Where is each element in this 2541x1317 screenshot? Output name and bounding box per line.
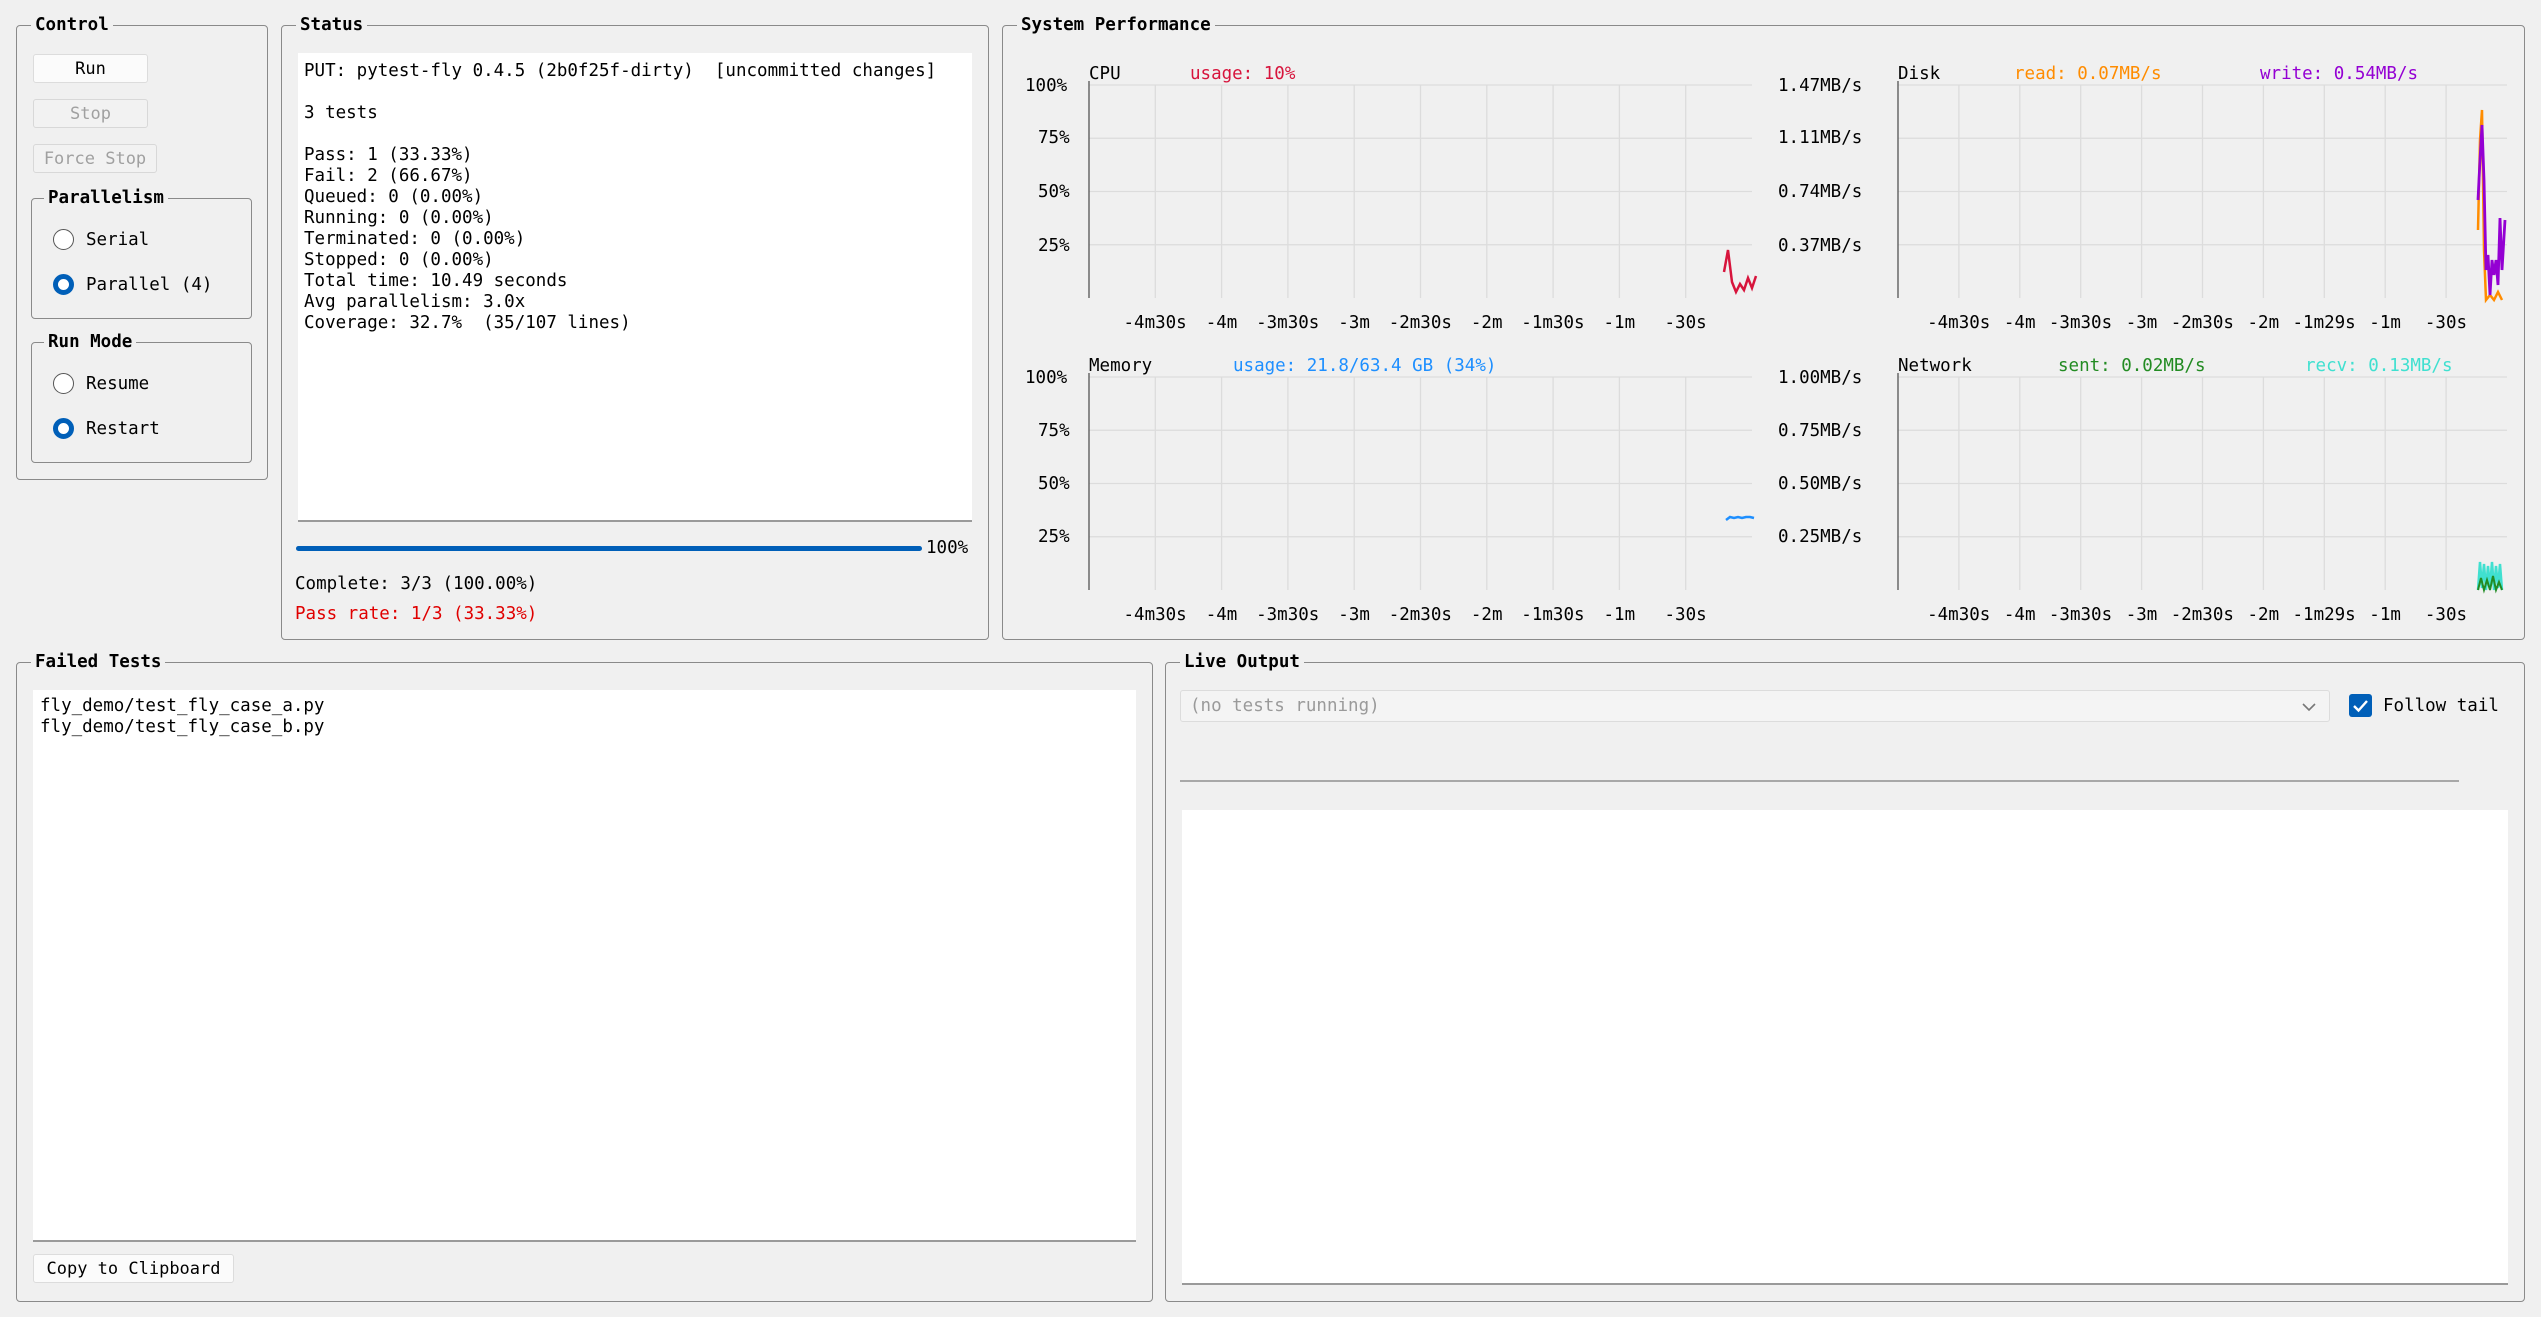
memory-y-tick: 75% bbox=[1038, 421, 1070, 441]
memory-usage-label: usage: 21.8/63.4 GB (34%) bbox=[1233, 356, 1497, 376]
memory-x-tick: -3m bbox=[1338, 605, 1370, 625]
disk-x-tick: -1m29s bbox=[2292, 313, 2356, 333]
disk-write-label: write: 0.54MB/s bbox=[2260, 64, 2419, 84]
disk-x-tick: -4m bbox=[2003, 313, 2036, 333]
network-chart-title: Network bbox=[1898, 356, 1972, 376]
failed-tests-list[interactable]: fly_demo/test_fly_case_a.py fly_demo/tes… bbox=[33, 690, 1136, 1242]
network-x-tick: -1m bbox=[2369, 605, 2401, 625]
network-y-tick: 0.25MB/s bbox=[1778, 527, 1863, 547]
cpu-chart-title: CPU bbox=[1089, 64, 1121, 84]
cpu-x-tick: -1m bbox=[1603, 313, 1636, 333]
follow-tail-checkbox[interactable]: Follow tail bbox=[2349, 694, 2499, 717]
disk-x-tick: -1m bbox=[2369, 313, 2401, 333]
network-sent-label: sent: 0.02MB/s bbox=[2058, 356, 2206, 376]
disk-x-tick: -3m bbox=[2125, 313, 2158, 333]
checkbox-checked-icon bbox=[2349, 694, 2372, 717]
memory-x-tick: -30s bbox=[1664, 605, 1707, 625]
memory-x-tick: -1m30s bbox=[1521, 605, 1585, 625]
cpu-y-tick: 50% bbox=[1038, 182, 1070, 202]
failed-test-item[interactable]: fly_demo/test_fly_case_a.py bbox=[40, 696, 1129, 717]
follow-tail-label: Follow tail bbox=[2383, 695, 2499, 716]
disk-x-tick: -4m30s bbox=[1927, 313, 1991, 333]
memory-x-tick: -2m bbox=[1470, 605, 1503, 625]
network-x-tick: -4m30s bbox=[1927, 605, 1991, 625]
live-output-title: Live Output bbox=[1180, 650, 1304, 674]
test-select-value: (no tests running) bbox=[1190, 696, 1380, 716]
disk-read-label: read: 0.07MB/s bbox=[2014, 64, 2162, 84]
failed-tests-title: Failed Tests bbox=[31, 650, 166, 674]
live-output-text-area[interactable] bbox=[1182, 810, 2508, 1285]
disk-y-tick: 0.74MB/s bbox=[1778, 182, 1863, 202]
network-x-tick: -2m bbox=[2247, 605, 2280, 625]
cpu-usage-series bbox=[1722, 249, 1758, 296]
disk-x-tick: -2m30s bbox=[2170, 313, 2234, 333]
cpu-x-tick: -3m bbox=[1338, 313, 1370, 333]
cpu-y-tick: 100% bbox=[1025, 76, 1068, 96]
disk-y-tick: 1.47MB/s bbox=[1778, 76, 1863, 96]
cpu-usage-label: usage: 10% bbox=[1190, 64, 1296, 84]
memory-x-tick: -4m bbox=[1205, 605, 1238, 625]
network-y-tick: 0.50MB/s bbox=[1778, 474, 1863, 494]
memory-y-tick: 25% bbox=[1038, 527, 1070, 547]
memory-y-tick: 50% bbox=[1038, 474, 1070, 494]
network-x-tick: -3m bbox=[2125, 605, 2158, 625]
disk-y-tick: 1.11MB/s bbox=[1778, 128, 1863, 148]
network-x-tick: -4m bbox=[2003, 605, 2036, 625]
cpu-y-tick: 75% bbox=[1038, 128, 1070, 148]
network-y-tick: 1.00MB/s bbox=[1778, 368, 1863, 388]
memory-x-tick: -2m30s bbox=[1388, 605, 1452, 625]
cpu-x-tick: -2m bbox=[1470, 313, 1503, 333]
cpu-x-tick: -2m30s bbox=[1388, 313, 1452, 333]
disk-write-series bbox=[2476, 124, 2507, 296]
memory-x-tick: -4m30s bbox=[1123, 605, 1187, 625]
chevron-down-icon bbox=[2302, 703, 2316, 712]
memory-chart-title: Memory bbox=[1089, 356, 1153, 376]
failed-test-item[interactable]: fly_demo/test_fly_case_b.py bbox=[40, 717, 1129, 738]
live-output-separator bbox=[1180, 780, 2459, 782]
network-x-tick: -30s bbox=[2424, 605, 2468, 625]
network-recv-label: recv: 0.13MB/s bbox=[2305, 356, 2453, 376]
disk-y-tick: 0.37MB/s bbox=[1778, 236, 1863, 256]
test-select-dropdown[interactable]: (no tests running) bbox=[1180, 690, 2330, 722]
memory-usage-series bbox=[1725, 515, 1755, 521]
cpu-x-tick: -3m30s bbox=[1256, 313, 1320, 333]
cpu-y-tick: 25% bbox=[1038, 236, 1070, 256]
cpu-x-tick: -1m30s bbox=[1521, 313, 1585, 333]
memory-y-tick: 100% bbox=[1025, 368, 1068, 388]
network-x-tick: -1m29s bbox=[2292, 605, 2356, 625]
cpu-x-tick: -4m bbox=[1205, 313, 1238, 333]
cpu-x-tick: -4m30s bbox=[1123, 313, 1187, 333]
disk-x-tick: -30s bbox=[2424, 313, 2468, 333]
network-y-tick: 0.75MB/s bbox=[1778, 421, 1863, 441]
network-x-tick: -2m30s bbox=[2170, 605, 2234, 625]
disk-x-tick: -2m bbox=[2247, 313, 2280, 333]
memory-x-tick: -3m30s bbox=[1256, 605, 1320, 625]
disk-chart-title: Disk bbox=[1898, 64, 1941, 84]
memory-x-tick: -1m bbox=[1603, 605, 1636, 625]
cpu-x-tick: -30s bbox=[1664, 313, 1707, 333]
disk-x-tick: -3m30s bbox=[2048, 313, 2113, 333]
network-x-tick: -3m30s bbox=[2048, 605, 2113, 625]
copy-to-clipboard-button[interactable]: Copy to Clipboard bbox=[33, 1254, 234, 1283]
